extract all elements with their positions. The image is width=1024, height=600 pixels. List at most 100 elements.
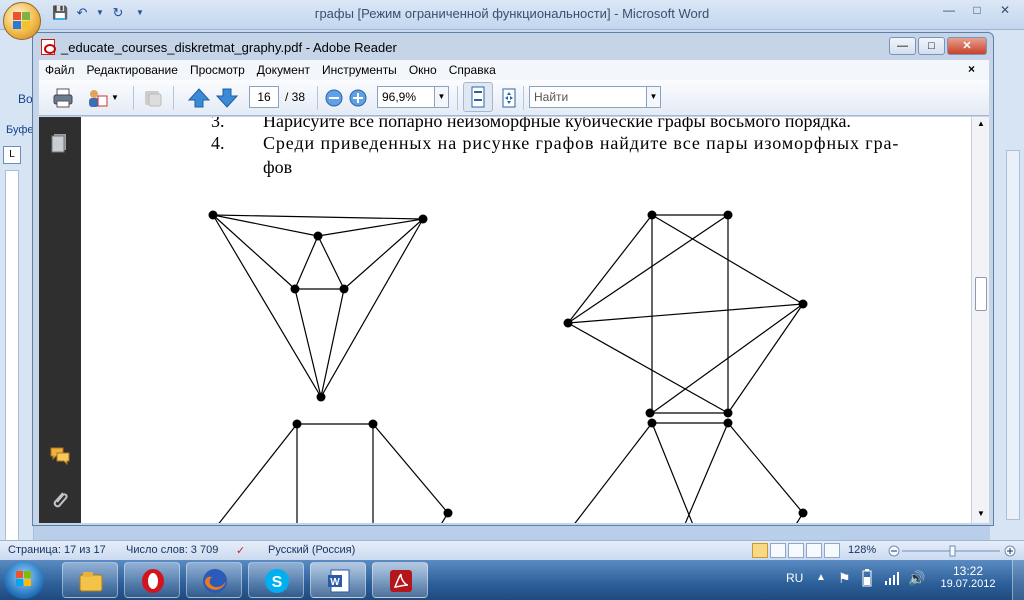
graph-3-vertices <box>292 419 453 518</box>
ribbon-label: Во <box>18 92 33 106</box>
attach-disabled-icon <box>141 86 165 110</box>
menu-tools[interactable]: Инструменты <box>316 63 403 77</box>
page-total: / 38 <box>285 90 306 104</box>
reader-menu-bar: Файл Редактирование Просмотр Документ Ин… <box>39 60 989 80</box>
svg-text:W: W <box>330 577 340 588</box>
graphs-figure <box>208 210 808 523</box>
vertical-ruler <box>5 170 19 550</box>
zoom-percent[interactable]: 128% <box>848 544 876 556</box>
page-number-input[interactable]: 16 <box>249 86 279 108</box>
office-button[interactable] <box>3 2 41 40</box>
reader-toolbar: ▼ 16 / 38 96,9% ▼ Найти ▼ <box>39 80 989 116</box>
close-button[interactable]: ✕ <box>992 2 1018 20</box>
scroll-down-icon[interactable]: ▼ <box>974 509 988 521</box>
previous-page-icon[interactable] <box>187 86 211 110</box>
zoom-in-icon[interactable] <box>349 89 367 113</box>
document-page: 3. Нарисуйте все попарно неизоморфные ку… <box>81 117 971 523</box>
taskbar-skype[interactable]: S <box>248 562 304 598</box>
print-layout-view-icon[interactable] <box>752 543 768 558</box>
tab-selector-button[interactable]: L <box>3 146 21 164</box>
adobe-reader-window: _educate_courses_diskretmat_graphy.pdf -… <box>32 32 994 526</box>
word-count-status[interactable]: Число слов: 3 709 <box>126 544 218 556</box>
scroll-mode-button[interactable] <box>463 82 493 112</box>
menu-window[interactable]: Окно <box>403 63 443 77</box>
menu-file[interactable]: Файл <box>39 63 81 77</box>
toolbar-separator <box>457 86 458 110</box>
toolbar-separator <box>133 86 134 110</box>
outline-view-icon[interactable] <box>806 543 822 558</box>
volume-icon[interactable]: 🔊 <box>908 570 925 587</box>
collaborate-icon[interactable] <box>85 86 109 110</box>
graph-1 <box>212 214 424 398</box>
show-desktop-button[interactable] <box>1012 560 1024 600</box>
menu-view[interactable]: Просмотр <box>184 63 251 77</box>
toolbar-separator <box>317 86 318 110</box>
taskbar-adobe-reader[interactable] <box>372 562 428 598</box>
language-status[interactable]: Русский (Россия) <box>268 544 355 556</box>
word-window-title: графы [Режим ограниченной функциональнос… <box>314 6 710 21</box>
attachments-icon[interactable] <box>49 489 71 511</box>
toolbar-separator <box>523 86 524 110</box>
toolbar-separator <box>173 86 174 110</box>
pages-panel-icon[interactable] <box>49 131 71 153</box>
start-button[interactable] <box>4 561 44 599</box>
reader-vertical-scrollbar[interactable]: ▲ ▼ <box>971 117 989 523</box>
word-status-bar: Страница: 17 из 17 Число слов: 3 709 ✓ Р… <box>0 540 1024 560</box>
clipboard-group-label: Буфе <box>6 124 34 136</box>
reader-window-title: _educate_courses_diskretmat_graphy.pdf -… <box>61 40 397 55</box>
battery-icon[interactable] <box>862 569 872 590</box>
graph-2 <box>567 214 804 414</box>
taskbar-explorer[interactable] <box>62 562 118 598</box>
comments-panel-icon[interactable] <box>49 445 71 467</box>
clock-date: 19.07.2012 <box>940 578 996 590</box>
spelling-check-icon[interactable]: ✓ <box>236 544 245 557</box>
zoom-out-icon[interactable] <box>325 89 343 113</box>
scroll-up-icon[interactable]: ▲ <box>974 119 988 131</box>
full-screen-reading-view-icon[interactable] <box>770 543 786 558</box>
input-language[interactable]: RU <box>786 571 803 585</box>
word-icon: W <box>328 569 350 593</box>
print-icon[interactable] <box>51 86 75 110</box>
view-buttons <box>752 543 840 558</box>
adobe-reader-icon <box>390 570 412 592</box>
menu-close-document[interactable]: × <box>962 62 981 76</box>
zoom-dropdown-icon[interactable]: ▼ <box>435 86 449 108</box>
taskbar-firefox[interactable] <box>186 562 242 598</box>
word-title-bar: 💾 ↶ ▼ ↻ ▼ графы [Режим ограниченной функ… <box>0 0 1024 30</box>
minimize-button[interactable]: — <box>936 2 962 20</box>
page-count-status[interactable]: Страница: 17 из 17 <box>8 544 106 556</box>
collaborate-dropdown-icon[interactable]: ▼ <box>111 86 119 110</box>
web-layout-view-icon[interactable] <box>788 543 804 558</box>
taskbar-opera[interactable] <box>124 562 180 598</box>
zoom-slider[interactable] <box>888 545 1018 557</box>
word-ribbon-left: Во Буфе L <box>0 30 34 550</box>
zoom-level-input[interactable]: 96,9% <box>377 86 435 108</box>
show-hidden-icons[interactable]: ▲ <box>816 572 826 583</box>
reader-close-button[interactable]: ✕ <box>947 37 987 55</box>
word-window-controls: — □ ✕ <box>936 2 1018 20</box>
reader-maximize-button[interactable]: □ <box>918 37 945 55</box>
word-scroll-track[interactable] <box>1006 150 1020 520</box>
reader-minimize-button[interactable]: — <box>889 37 916 55</box>
word-scrollbar <box>990 30 1024 540</box>
opera-icon <box>142 569 164 593</box>
reader-window-controls: — □ ✕ <box>889 37 987 55</box>
scroll-thumb[interactable] <box>975 277 987 311</box>
maximize-button[interactable]: □ <box>964 2 990 20</box>
draft-view-icon[interactable] <box>824 543 840 558</box>
find-dropdown-icon[interactable]: ▼ <box>647 86 661 108</box>
network-signal-icon[interactable] <box>884 570 900 589</box>
taskbar-word[interactable]: W <box>310 562 366 598</box>
system-clock[interactable]: 13:22 19.07.2012 <box>938 564 998 590</box>
action-center-flag-icon[interactable]: ⚑ <box>838 570 851 587</box>
fit-page-icon[interactable] <box>497 86 521 110</box>
find-input[interactable]: Найти <box>529 86 647 108</box>
menu-document[interactable]: Документ <box>251 63 316 77</box>
next-page-icon[interactable] <box>215 86 239 110</box>
menu-help[interactable]: Справка <box>443 63 502 77</box>
svg-text:S: S <box>272 574 283 591</box>
menu-edit[interactable]: Редактирование <box>81 63 184 77</box>
pdf-icon <box>41 39 56 55</box>
windows-logo-icon <box>16 571 32 587</box>
skype-icon: S <box>265 569 289 593</box>
